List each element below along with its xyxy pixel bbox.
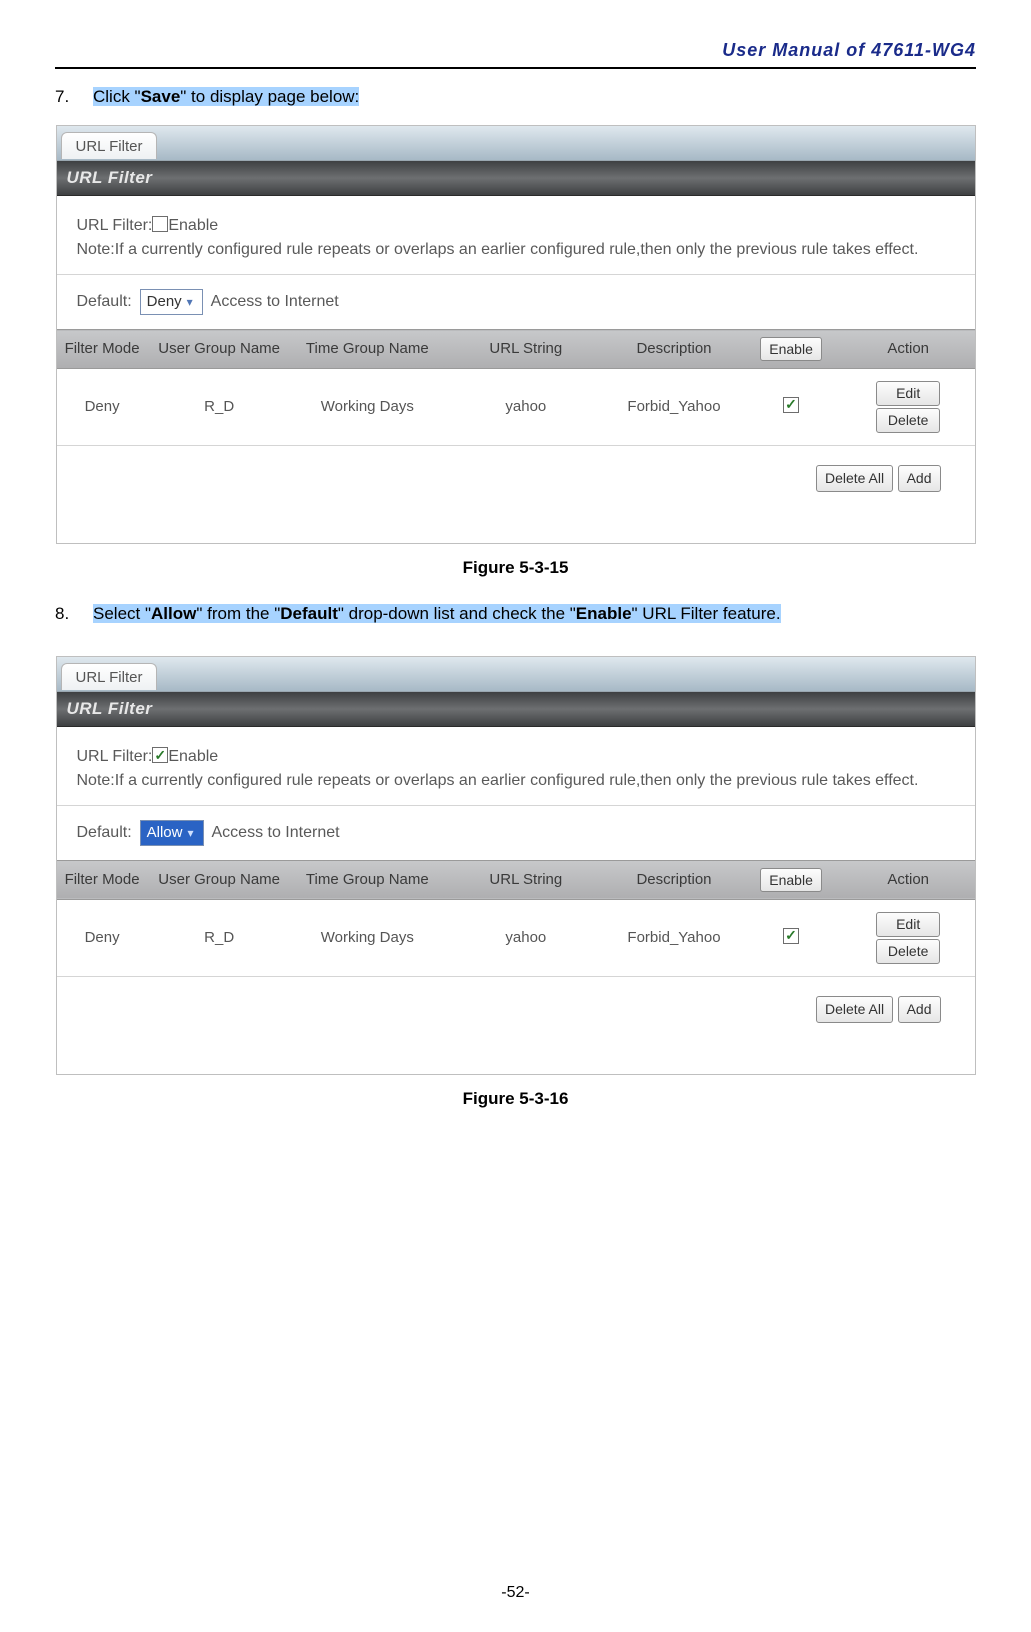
url-filter-enable-checkbox-2[interactable] bbox=[152, 747, 168, 763]
th-url-string-2: URL String bbox=[444, 860, 608, 899]
th-action: Action bbox=[842, 330, 975, 369]
cell-mode-2: Deny bbox=[57, 900, 148, 976]
figure-5-3-15-label: Figure 5-3-15 bbox=[55, 558, 976, 578]
step-7-text: Click "Save" to display page below: bbox=[79, 87, 359, 107]
cell-timegroup-2: Working Days bbox=[291, 900, 444, 976]
row-enable-checkbox-2[interactable] bbox=[783, 928, 799, 944]
tab-strip: URL Filter bbox=[57, 126, 975, 161]
cell-action: Edit Delete bbox=[842, 369, 975, 445]
note-text: Note:If a currently configured rule repe… bbox=[77, 238, 955, 262]
th-filter-mode: Filter Mode bbox=[57, 330, 148, 369]
default-label: Default: bbox=[77, 290, 132, 314]
tab-url-filter-2[interactable]: URL Filter bbox=[61, 663, 158, 690]
step-8-text: Select "Allow" from the "Default" drop-d… bbox=[79, 604, 781, 624]
enable-header-button-2[interactable]: Enable bbox=[760, 868, 822, 892]
table-row: Deny R_D Working Days yahoo Forbid_Yahoo… bbox=[57, 369, 975, 445]
th-enable-2: Enable bbox=[740, 860, 842, 899]
delete-all-button[interactable]: Delete All bbox=[816, 465, 893, 492]
step-7: 7. Click "Save" to display page below: bbox=[55, 87, 976, 107]
th-filter-mode-2: Filter Mode bbox=[57, 860, 148, 899]
th-url-string: URL String bbox=[444, 330, 608, 369]
row-enable-checkbox[interactable] bbox=[783, 397, 799, 413]
enable-header-button[interactable]: Enable bbox=[760, 337, 822, 361]
cell-mode: Deny bbox=[57, 369, 148, 445]
th-time-group-2: Time Group Name bbox=[291, 860, 444, 899]
url-filter-enable-row-2: URL Filter:Enable bbox=[77, 745, 955, 769]
cell-desc-2: Forbid_Yahoo bbox=[608, 900, 741, 976]
add-button[interactable]: Add bbox=[898, 465, 941, 492]
panel-title: URL Filter bbox=[57, 161, 975, 196]
table-row-2: Deny R_D Working Days yahoo Forbid_Yahoo… bbox=[57, 900, 975, 976]
default-label-2: Default: bbox=[77, 821, 132, 845]
cell-url: yahoo bbox=[444, 369, 608, 445]
filter-table: Filter Mode User Group Name Time Group N… bbox=[57, 329, 975, 445]
figure-5-3-16-label: Figure 5-3-16 bbox=[55, 1089, 976, 1109]
cell-desc: Forbid_Yahoo bbox=[608, 369, 741, 445]
delete-button-2[interactable]: Delete bbox=[876, 939, 940, 964]
th-time-group: Time Group Name bbox=[291, 330, 444, 369]
cell-enable bbox=[740, 369, 842, 445]
add-button-2[interactable]: Add bbox=[898, 996, 941, 1023]
chevron-down-icon-2: ▾ bbox=[183, 824, 199, 842]
screenshot-5-3-15: URL Filter URL Filter URL Filter:Enable … bbox=[56, 125, 976, 544]
default-select-2[interactable]: Allow ▾ bbox=[140, 820, 204, 846]
step-8-num: 8. bbox=[55, 604, 79, 624]
step-7-num: 7. bbox=[55, 87, 79, 107]
screenshot-5-3-16: URL Filter URL Filter URL Filter:Enable … bbox=[56, 656, 976, 1075]
th-user-group-2: User Group Name bbox=[148, 860, 291, 899]
th-action-2: Action bbox=[842, 860, 975, 899]
th-description: Description bbox=[608, 330, 741, 369]
note-text-2: Note:If a currently configured rule repe… bbox=[77, 769, 955, 793]
default-select[interactable]: Deny ▾ bbox=[140, 289, 203, 315]
cell-usergroup: R_D bbox=[148, 369, 291, 445]
url-filter-enable-checkbox[interactable] bbox=[152, 216, 168, 232]
chevron-down-icon: ▾ bbox=[182, 293, 198, 311]
filter-table-2: Filter Mode User Group Name Time Group N… bbox=[57, 860, 975, 976]
cell-enable-2 bbox=[740, 900, 842, 976]
tab-strip-2: URL Filter bbox=[57, 657, 975, 692]
page-number: -52- bbox=[0, 1584, 1031, 1602]
panel-title-2: URL Filter bbox=[57, 692, 975, 727]
cell-timegroup: Working Days bbox=[291, 369, 444, 445]
url-filter-enable-row: URL Filter:Enable bbox=[77, 214, 955, 238]
step-8: 8. Select "Allow" from the "Default" dro… bbox=[55, 604, 976, 624]
edit-button-2[interactable]: Edit bbox=[876, 912, 940, 937]
th-description-2: Description bbox=[608, 860, 741, 899]
doc-header: User Manual of 47611-WG4 bbox=[55, 40, 976, 69]
th-enable: Enable bbox=[740, 330, 842, 369]
cell-action-2: Edit Delete bbox=[842, 900, 975, 976]
th-user-group: User Group Name bbox=[148, 330, 291, 369]
tab-url-filter[interactable]: URL Filter bbox=[61, 132, 158, 159]
edit-button[interactable]: Edit bbox=[876, 381, 940, 406]
default-suffix: Access to Internet bbox=[211, 290, 339, 314]
delete-button[interactable]: Delete bbox=[876, 408, 940, 433]
delete-all-button-2[interactable]: Delete All bbox=[816, 996, 893, 1023]
cell-usergroup-2: R_D bbox=[148, 900, 291, 976]
cell-url-2: yahoo bbox=[444, 900, 608, 976]
default-suffix-2: Access to Internet bbox=[212, 821, 340, 845]
